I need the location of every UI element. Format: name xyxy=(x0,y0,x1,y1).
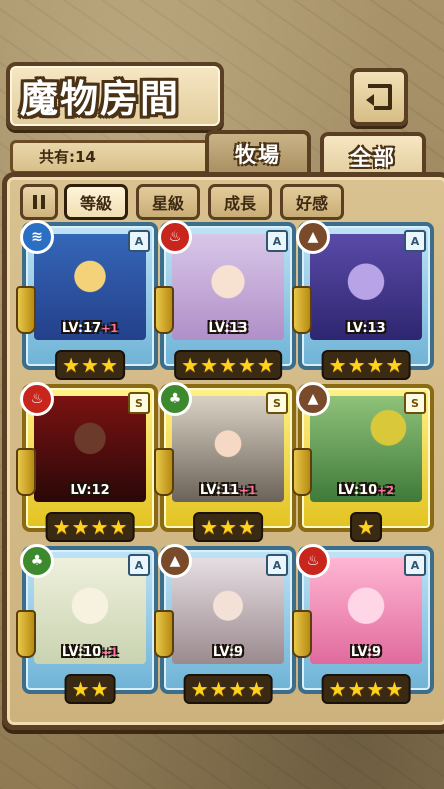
star-rating: ★ ★ xyxy=(64,674,116,704)
rank-badge: A xyxy=(128,230,150,252)
sort-order-toggle[interactable] xyxy=(20,184,58,220)
rank-badge: S xyxy=(404,392,426,414)
level-label: LV:10+2 xyxy=(337,483,395,498)
water-element-icon: ≋ xyxy=(20,220,54,254)
level-label: LV:9 xyxy=(350,645,382,660)
earth-element-icon: ▲ xyxy=(158,544,192,578)
back-button[interactable] xyxy=(350,68,408,126)
back-arrow-icon xyxy=(366,84,392,110)
monster-card[interactable]: ▲ S LV:10+2 ★ xyxy=(292,382,434,542)
monster-card[interactable]: ♨ A LV:13 ★ ★ ★ ★ ★ xyxy=(154,220,296,380)
monster-card[interactable]: ≋ A LV:17+1 ★ ★ ★ xyxy=(16,220,158,380)
rank-badge: A xyxy=(266,554,288,576)
monster-card[interactable]: ♨ S LV:12 ★ ★ ★ ★ xyxy=(16,382,158,542)
earth-element-icon: ▲ xyxy=(296,220,330,254)
star-rating: ★ ★ ★ xyxy=(55,350,125,380)
leaf-element-icon: ♣ xyxy=(20,544,54,578)
sort-growth-button[interactable]: 成長 xyxy=(208,184,272,220)
monster-card[interactable]: ▲ A LV:9 ★ ★ ★ ★ xyxy=(154,544,296,704)
level-label: LV:13 xyxy=(346,321,386,336)
sort-level-button[interactable]: 等級 xyxy=(64,184,128,220)
fire-element-icon: ♨ xyxy=(296,544,330,578)
rank-badge: A xyxy=(404,230,426,252)
level-label: LV:10+1 xyxy=(61,645,119,660)
monster-count: 共有:14 xyxy=(39,148,96,166)
rank-badge: S xyxy=(128,392,150,414)
monster-card[interactable]: ♣ A LV:10+1 ★ ★ xyxy=(16,544,158,704)
star-rating: ★ ★ ★ ★ xyxy=(183,674,273,704)
star-rating: ★ xyxy=(350,512,382,542)
fire-element-icon: ♨ xyxy=(20,382,54,416)
rank-badge: A xyxy=(404,554,426,576)
star-rating: ★ ★ ★ ★ xyxy=(321,674,411,704)
level-label: LV:17+1 xyxy=(61,321,119,336)
earth-element-icon: ▲ xyxy=(296,382,330,416)
monster-card[interactable]: ▲ A LV:13 ★ ★ ★ ★ xyxy=(292,220,434,380)
sort-affection-button[interactable]: 好感 xyxy=(280,184,344,220)
star-rating: ★ ★ ★ ★ xyxy=(321,350,411,380)
star-rating: ★ ★ ★ xyxy=(193,512,263,542)
level-label: LV:12 xyxy=(70,483,110,498)
page-title: 魔物房間 xyxy=(20,76,181,121)
rank-badge: S xyxy=(266,392,288,414)
level-label: LV:9 xyxy=(212,645,244,660)
monster-count-bar: 共有:14 xyxy=(10,140,236,174)
monster-card[interactable]: ♨ A LV:9 ★ ★ ★ ★ xyxy=(292,544,434,704)
tab-pasture[interactable]: 牧場 xyxy=(205,130,311,174)
level-label: LV:11+1 xyxy=(199,483,257,498)
sort-star-button[interactable]: 星級 xyxy=(136,184,200,220)
pause-icon-bar xyxy=(33,195,37,209)
star-rating: ★ ★ ★ ★ ★ xyxy=(174,350,282,380)
level-label: LV:13 xyxy=(208,321,248,336)
rank-badge: A xyxy=(266,230,288,252)
star-rating: ★ ★ ★ ★ xyxy=(45,512,135,542)
leaf-element-icon: ♣ xyxy=(158,382,192,416)
monster-card[interactable]: ♣ S LV:11+1 ★ ★ ★ xyxy=(154,382,296,542)
fire-element-icon: ♨ xyxy=(158,220,192,254)
pause-icon-bar xyxy=(41,195,45,209)
rank-badge: A xyxy=(128,554,150,576)
